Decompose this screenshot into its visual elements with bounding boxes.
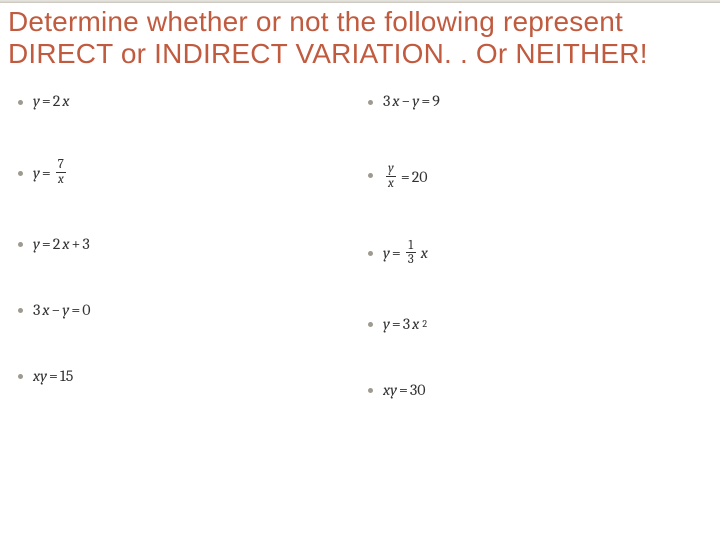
list-item: 3 x − y = 0 bbox=[18, 301, 360, 319]
equation-text: y = 2 x bbox=[33, 92, 69, 110]
bullet-icon bbox=[18, 171, 23, 176]
page-title: Determine whether or not the following r… bbox=[0, 0, 720, 74]
list-item: y = 7x bbox=[18, 158, 360, 186]
list-item: 3 x − y = 9 bbox=[368, 92, 710, 110]
list-item: y = 2 x bbox=[18, 92, 360, 110]
list-item: xy = 15 bbox=[18, 367, 360, 385]
list-item: y = 3x2 bbox=[368, 315, 710, 333]
bullet-icon bbox=[18, 308, 23, 313]
left-column: y = 2 x y = 7x y = 2 x + 3 3 x − y = 0 x… bbox=[10, 92, 360, 399]
title-bar bbox=[0, 0, 720, 3]
equation-text: y = 7x bbox=[33, 158, 69, 186]
equation-text: y = 2 x + 3 bbox=[33, 235, 90, 253]
bullet-icon bbox=[368, 251, 373, 256]
bullet-icon bbox=[18, 100, 23, 105]
equation-text: xy = 30 bbox=[383, 381, 426, 399]
equation-text: 3 x − y = 9 bbox=[383, 92, 440, 110]
content-columns: y = 2 x y = 7x y = 2 x + 3 3 x − y = 0 x… bbox=[0, 74, 720, 399]
bullet-icon bbox=[368, 388, 373, 393]
bullet-icon bbox=[368, 100, 373, 105]
list-item: y = 13 x bbox=[368, 239, 710, 267]
bullet-icon bbox=[368, 322, 373, 327]
bullet-icon bbox=[18, 374, 23, 379]
right-column: 3 x − y = 9 yx = 20 y = 13 x y = 3x2 xy … bbox=[360, 92, 710, 399]
bullet-icon bbox=[18, 242, 23, 247]
equation-text: yx = 20 bbox=[383, 158, 428, 190]
equation-text: xy = 15 bbox=[33, 367, 73, 385]
list-item: y = 2 x + 3 bbox=[18, 235, 360, 253]
list-item: yx = 20 bbox=[368, 158, 710, 190]
bullet-icon bbox=[368, 173, 373, 178]
equation-text: y = 13 x bbox=[383, 239, 428, 267]
equation-text: y = 3x2 bbox=[383, 315, 427, 333]
list-item: xy = 30 bbox=[368, 381, 710, 399]
equation-text: 3 x − y = 0 bbox=[33, 301, 90, 319]
